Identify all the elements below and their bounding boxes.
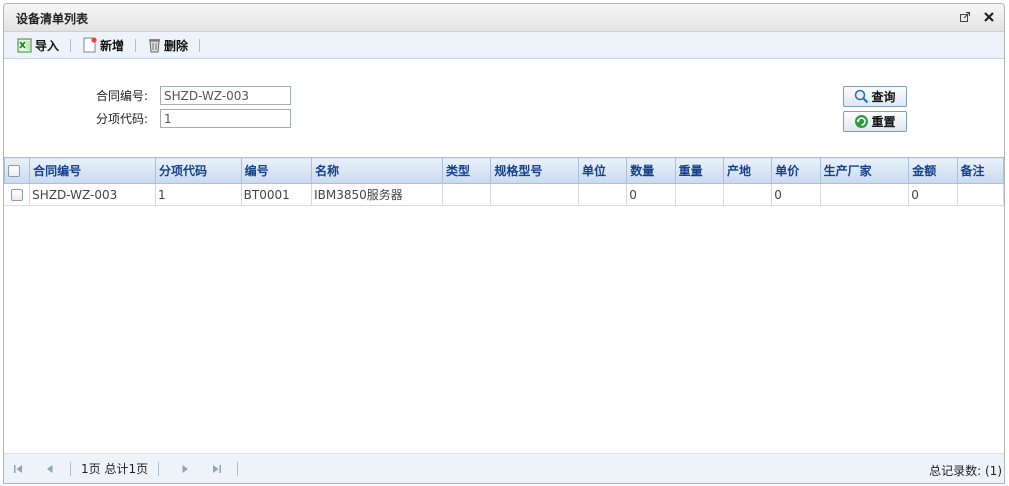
search-icon xyxy=(855,89,869,104)
query-button[interactable]: 查询 xyxy=(843,86,907,107)
query-label: 查询 xyxy=(871,90,896,104)
column-header[interactable]: 单价 xyxy=(771,157,821,184)
column-header[interactable]: 金额 xyxy=(908,157,958,184)
reset-label: 重置 xyxy=(871,115,896,129)
import-button[interactable]: 导入 xyxy=(14,37,62,54)
search-form: 合同编号: 分项代码: 查询 重置 xyxy=(4,59,1004,157)
column-header[interactable]: 备注 xyxy=(956,157,1004,184)
total-records: 总记录数: (1) xyxy=(929,464,1002,478)
table-cell xyxy=(957,183,1004,206)
item-code-label: 分项代码: xyxy=(96,112,149,126)
column-header[interactable]: 规格型号 xyxy=(490,157,579,184)
table-cell: 1 xyxy=(155,183,242,206)
table-cell: BT0001 xyxy=(241,183,313,206)
toolbar-divider xyxy=(199,38,201,52)
select-all-checkbox[interactable] xyxy=(8,165,20,177)
add-label: 新增 xyxy=(100,38,125,53)
table-cell xyxy=(820,183,910,206)
next-page-icon[interactable] xyxy=(177,461,193,477)
reset-button[interactable]: 重置 xyxy=(843,111,907,132)
contract-label: 合同编号: xyxy=(96,89,149,103)
grid-header-row: 合同编号 分项代码 编号 名称 类型 规格型号 单位 数量 重量 产地 单价 生… xyxy=(4,157,1004,184)
item-code-row: 分项代码: xyxy=(96,109,291,128)
trash-icon xyxy=(149,39,161,53)
prev-page-icon[interactable] xyxy=(42,461,58,477)
select-all-cell xyxy=(4,157,31,184)
table-cell xyxy=(675,183,724,206)
refresh-icon xyxy=(855,115,869,128)
popout-icon[interactable] xyxy=(958,9,972,25)
item-code-input[interactable] xyxy=(160,109,291,128)
table-cell: 0 xyxy=(771,183,821,206)
column-header[interactable]: 名称 xyxy=(311,157,444,184)
column-header[interactable]: 分项代码 xyxy=(155,157,242,184)
column-header[interactable]: 合同编号 xyxy=(29,157,157,184)
column-header[interactable]: 生产厂家 xyxy=(819,157,910,184)
close-icon[interactable] xyxy=(982,9,996,25)
pager-divider xyxy=(237,461,239,476)
column-header[interactable]: 编号 xyxy=(240,157,313,184)
excel-import-icon xyxy=(17,38,32,52)
add-button[interactable]: 新增 xyxy=(79,37,127,54)
column-header[interactable]: 数量 xyxy=(626,157,676,184)
delete-button[interactable]: 删除 xyxy=(144,37,191,54)
equipment-list-window: 设备清单列表 导入 新增 删除 合同编号: SHZD-WZ-003 分项代码: … xyxy=(3,3,1005,484)
column-header[interactable]: 重量 xyxy=(674,157,724,184)
contract-number-input[interactable] xyxy=(160,86,291,105)
table-cell: 0 xyxy=(626,183,676,206)
table-cell: SHZD-WZ-003 xyxy=(29,183,157,206)
column-header[interactable]: 类型 xyxy=(442,157,492,184)
table-cell xyxy=(723,183,773,206)
new-document-icon xyxy=(83,37,97,53)
pager-divider xyxy=(158,461,160,476)
toolbar: 导入 新增 删除 xyxy=(4,32,1004,59)
equipment-grid: 合同编号 分项代码 编号 名称 类型 规格型号 单位 数量 重量 产地 单价 生… xyxy=(4,157,1004,206)
import-label: 导入 xyxy=(35,38,60,53)
column-header[interactable]: 单位 xyxy=(577,157,628,184)
window-titlebar: 设备清单列表 xyxy=(4,4,1004,32)
page-info: 1页 总计1页 xyxy=(81,462,149,476)
table-cell: IBM3850服务器 xyxy=(311,183,444,206)
pager-divider xyxy=(70,461,71,476)
table-cell: 0 xyxy=(908,183,958,206)
window-title: 设备清单列表 xyxy=(16,12,89,26)
contract-row: 合同编号: xyxy=(96,86,291,105)
table-cell xyxy=(442,183,492,206)
last-page-icon[interactable] xyxy=(209,461,225,477)
table-cell xyxy=(578,183,628,206)
toolbar-divider xyxy=(135,38,137,52)
toolbar-divider xyxy=(70,38,72,52)
column-header[interactable]: 产地 xyxy=(722,157,773,184)
pagination-bar: 1页 总计1页 总记录数: (1) xyxy=(4,453,1004,483)
table-row[interactable]: SHZD-WZ-003 1 BT0001 IBM3850服务器 0 0 0 xyxy=(4,183,1004,206)
row-checkbox[interactable] xyxy=(10,189,23,201)
table-cell xyxy=(490,183,579,206)
first-page-icon[interactable] xyxy=(10,461,26,477)
row-select-cell xyxy=(4,183,31,206)
delete-label: 删除 xyxy=(164,38,189,53)
